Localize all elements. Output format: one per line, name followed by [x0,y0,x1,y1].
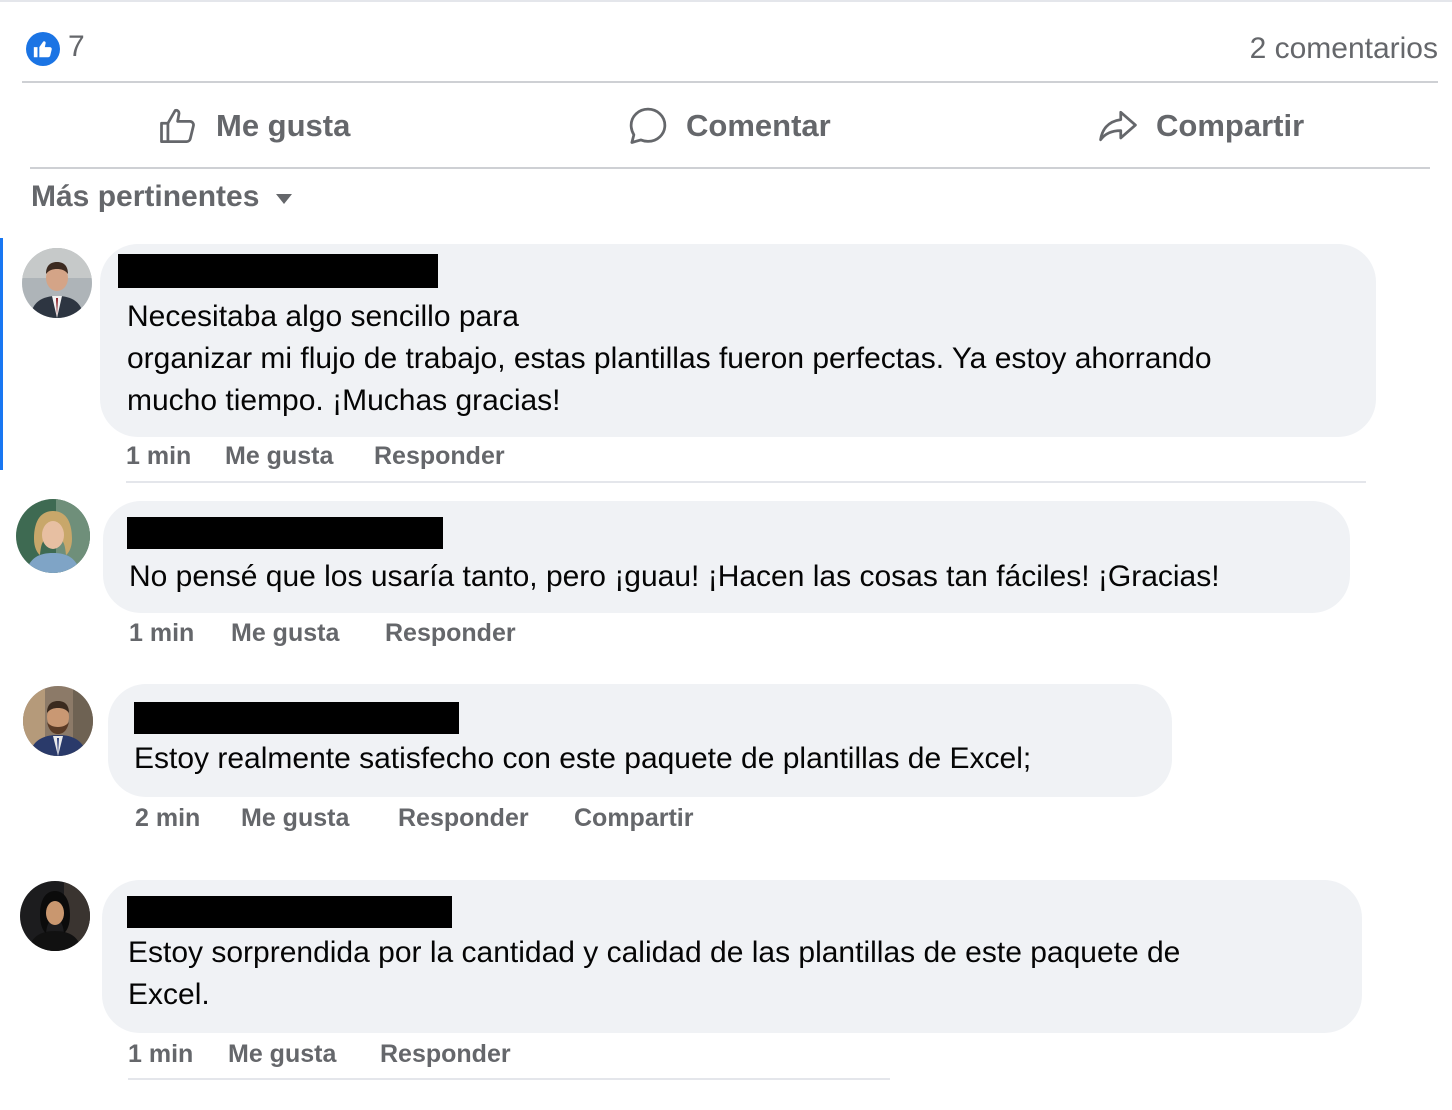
comment-bubble: Necesitaba algo sencillo para organizar … [100,244,1376,437]
comment-reply-button[interactable]: Responder [385,619,516,648]
like-button[interactable]: Me gusta [156,88,350,164]
share-arrow-icon [1099,110,1137,142]
comments-count[interactable]: 2 comentarios [1250,32,1438,66]
comment-button-label: Comentar [686,108,831,143]
thumbs-up-icon [160,108,195,143]
comment-like-button[interactable]: Me gusta [231,619,339,648]
caret-down-icon [276,194,293,204]
comment-like-button[interactable]: Me gusta [228,1040,336,1069]
comment-reply-button[interactable]: Responder [374,442,505,471]
reactions-summary: 7 2 comentarios [24,26,1438,74]
summary-divider [22,81,1438,83]
redacted-author-name [127,517,443,549]
comment-reply-button[interactable]: Responder [398,804,529,833]
share-button[interactable]: Compartir [1096,88,1304,164]
like-reaction-icon[interactable] [26,32,60,66]
comment-bubble: Estoy realmente satisfecho con este paqu… [108,684,1172,797]
comment-timestamp[interactable]: 1 min [128,1040,193,1069]
comment-timestamp[interactable]: 2 min [135,804,200,833]
top-divider [0,0,1452,2]
comment-bubble: Estoy sorprendida por la cantidad y cali… [102,880,1362,1033]
comment-sort-dropdown[interactable]: Más pertinentes [31,180,293,214]
redacted-author-name [118,254,438,288]
focus-accent-bar [0,238,3,470]
like-button-label: Me gusta [216,108,351,143]
avatar[interactable] [20,881,90,951]
comment-like-button[interactable]: Me gusta [241,804,349,833]
comment-share-button[interactable]: Compartir [574,804,693,833]
speech-bubble-icon [629,107,667,144]
comment-bubble: No pensé que los usaría tanto, pero ¡gua… [103,501,1350,613]
comment-separator [128,1078,890,1080]
comment-reply-button[interactable]: Responder [380,1040,511,1069]
comment-timestamp[interactable]: 1 min [129,619,194,648]
like-count[interactable]: 7 [68,30,85,64]
comment-text: Estoy sorprendida por la cantidad y cali… [128,936,1181,1011]
comment-like-button[interactable]: Me gusta [225,442,333,471]
avatar[interactable] [22,248,92,318]
comment-button[interactable]: Comentar [626,88,831,164]
comment-timestamp[interactable]: 1 min [126,442,191,471]
sort-label: Más pertinentes [31,180,260,213]
actions-divider [30,167,1430,169]
comment-separator [126,481,1366,483]
comment-text: Necesitaba algo sencillo para organizar … [127,300,1212,417]
avatar[interactable] [23,686,93,756]
redacted-author-name [127,896,452,928]
avatar[interactable] [16,499,90,573]
comment-text: Estoy realmente satisfecho con este paqu… [134,742,1032,775]
share-button-label: Compartir [1156,108,1305,143]
post-action-bar: Me gusta Comentar Compartir [30,88,1430,164]
comment-text: No pensé que los usaría tanto, pero ¡gua… [129,560,1220,593]
redacted-author-name [134,702,459,734]
